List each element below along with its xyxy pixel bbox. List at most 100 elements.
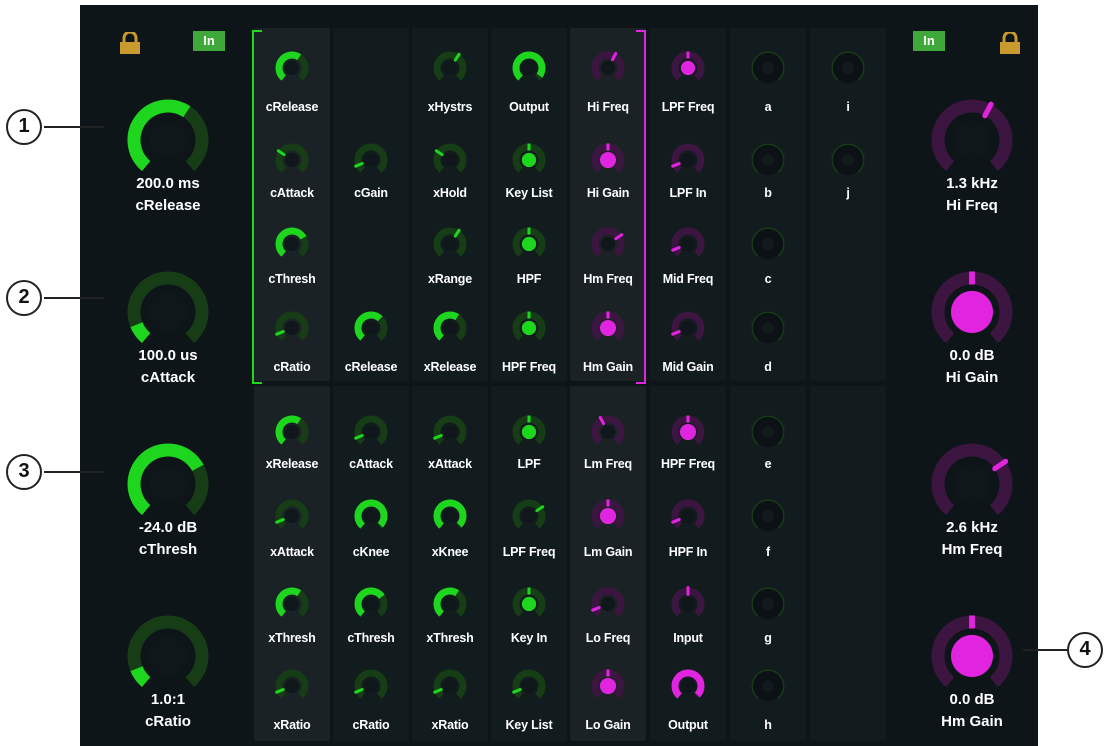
knob-hpf[interactable]: [507, 222, 551, 266]
knob-label: cThresh: [138, 541, 198, 558]
selection-bracket: [252, 30, 262, 384]
knob-value: 0.0 dB: [949, 347, 995, 364]
knob-key-in[interactable]: [507, 582, 551, 626]
knob-hi-freq[interactable]: [586, 46, 630, 90]
knob-xthresh[interactable]: [270, 582, 314, 626]
knob-hm-gain[interactable]: [586, 306, 630, 350]
knob-value: 0.0 dB: [949, 691, 995, 708]
in-toggle-right[interactable]: In: [913, 31, 945, 51]
knob-label: Mid Freq: [662, 272, 714, 286]
knob-cratio[interactable]: [270, 306, 314, 350]
knob-cthresh[interactable]: [270, 222, 314, 266]
knob-xthresh[interactable]: [428, 582, 472, 626]
knob-label: h: [764, 718, 772, 732]
knob-f[interactable]: [746, 494, 790, 538]
knob-label: xAttack: [428, 457, 472, 471]
knob-label: LPF: [517, 457, 541, 471]
knob-key-list[interactable]: [507, 664, 551, 708]
knob-label: cThresh: [347, 631, 395, 645]
knob-cgain[interactable]: [349, 138, 393, 182]
knob-value: 2.6 kHz: [946, 519, 998, 536]
knob-b[interactable]: [746, 138, 790, 182]
in-toggle-left[interactable]: In: [193, 31, 225, 51]
knob-label: HPF Freq: [502, 360, 556, 374]
knob-cknee[interactable]: [349, 494, 393, 538]
knob-xhold[interactable]: [428, 138, 472, 182]
knob-label: xHystrs: [427, 100, 473, 114]
knob-e[interactable]: [746, 410, 790, 454]
knob-hm-freq[interactable]: [586, 222, 630, 266]
knob-label: Hm Gain: [583, 360, 633, 374]
knob-crelease[interactable]: [349, 306, 393, 350]
lock-icon[interactable]: [998, 32, 1022, 54]
knob-mid-freq[interactable]: [666, 222, 710, 266]
knob-value: 100.0 us: [138, 347, 198, 364]
knob-xratio[interactable]: [428, 664, 472, 708]
knob-d[interactable]: [746, 306, 790, 350]
knob-hpf-freq[interactable]: [507, 306, 551, 350]
knob-output[interactable]: [507, 46, 551, 90]
knob-label: xRelease: [423, 360, 477, 374]
knob-cthresh[interactable]: [349, 582, 393, 626]
knob-xattack[interactable]: [270, 494, 314, 538]
knob-label: cRatio: [273, 360, 311, 374]
callout-line: [44, 126, 104, 128]
knob-output[interactable]: [666, 664, 710, 708]
knob-i[interactable]: [826, 46, 870, 90]
knob-h[interactable]: [746, 664, 790, 708]
knob-label: g: [764, 631, 772, 645]
knob-label: xThresh: [426, 631, 474, 645]
knob-label: HPF In: [668, 545, 708, 559]
knob-lpf-freq[interactable]: [666, 46, 710, 90]
knob-lo-gain[interactable]: [586, 664, 630, 708]
knob-label: Hm Freq: [583, 272, 633, 286]
callout-line: [1023, 649, 1067, 651]
knob-label: cAttack: [349, 457, 393, 471]
knob-label: cRatio: [352, 718, 390, 732]
knob-label: Key In: [510, 631, 548, 645]
knob-value: -24.0 dB: [138, 519, 198, 536]
knob-cratio[interactable]: [349, 664, 393, 708]
knob-a[interactable]: [746, 46, 790, 90]
lock-icon[interactable]: [118, 32, 142, 54]
knob-crelease[interactable]: [270, 46, 314, 90]
knob-xrange[interactable]: [428, 222, 472, 266]
knob-lm-gain[interactable]: [586, 494, 630, 538]
knob-g[interactable]: [746, 582, 790, 626]
knob-xattack[interactable]: [428, 410, 472, 454]
knob-key-list[interactable]: [507, 138, 551, 182]
knob-label: HPF: [516, 272, 542, 286]
knob-lo-freq[interactable]: [586, 582, 630, 626]
knob-xhystrs[interactable]: [428, 46, 472, 90]
knob-lm-freq[interactable]: [586, 410, 630, 454]
knob-cattack[interactable]: [270, 138, 314, 182]
knob-lpf[interactable]: [507, 410, 551, 454]
knob-j[interactable]: [826, 138, 870, 182]
knob-c[interactable]: [746, 222, 790, 266]
knob-cattack[interactable]: [349, 410, 393, 454]
knob-label: Hi Gain: [586, 186, 630, 200]
knob-xratio[interactable]: [270, 664, 314, 708]
knob-value: 1.3 kHz: [946, 175, 998, 192]
knob-input[interactable]: [666, 582, 710, 626]
knob-lpf-in[interactable]: [666, 138, 710, 182]
knob-label: cRelease: [344, 360, 398, 374]
knob-label: Hm Freq: [941, 541, 1003, 558]
knob-label: Hm Gain: [941, 713, 1003, 730]
knob-label: Key List: [505, 186, 553, 200]
knob-hpf-in[interactable]: [666, 494, 710, 538]
knob-label: xRatio: [273, 718, 311, 732]
knob-label: Lo Gain: [585, 718, 631, 732]
knob-hi-gain[interactable]: [586, 138, 630, 182]
knob-mid-gain[interactable]: [666, 306, 710, 350]
knob-xrelease[interactable]: [270, 410, 314, 454]
knob-lpf-freq[interactable]: [507, 494, 551, 538]
knob-xknee[interactable]: [428, 494, 472, 538]
knob-label: e: [764, 457, 772, 471]
knob-label: Mid Gain: [662, 360, 714, 374]
knob-label: xAttack: [270, 545, 314, 559]
knob-label: xKnee: [431, 545, 469, 559]
knob-xrelease[interactable]: [428, 306, 472, 350]
knob-hpf-freq[interactable]: [666, 410, 710, 454]
knob-label: xRange: [428, 272, 472, 286]
